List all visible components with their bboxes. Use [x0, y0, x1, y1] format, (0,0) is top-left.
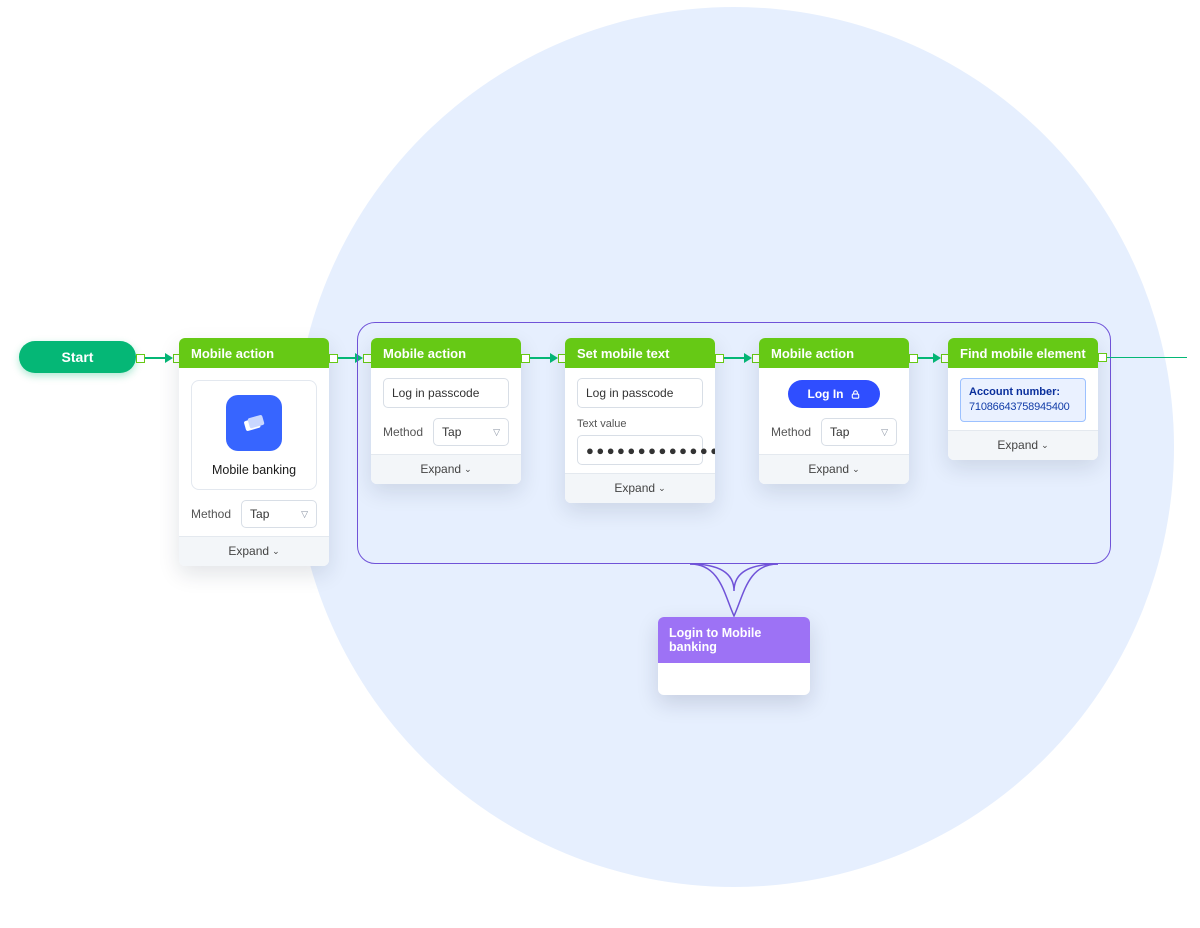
login-button-label: Log In [808, 387, 844, 401]
account-label: Account number: [969, 385, 1077, 400]
node-title: Set mobile text [565, 338, 715, 368]
app-tile: Mobile banking [191, 380, 317, 490]
group-tail [690, 561, 778, 621]
chevron-down-icon: ▽ [493, 427, 500, 438]
method-value: Tap [250, 507, 269, 521]
text-value-field: ●●●●●●●●●●●●●● [577, 435, 703, 465]
expand-button[interactable]: Expand⌄ [759, 454, 909, 484]
node-mobile-action-tap-passcode[interactable]: Mobile action Log in passcode Method Tap… [371, 338, 521, 484]
expand-label: Expand [228, 544, 269, 558]
login-button-preview: Log In [788, 380, 880, 408]
connector [136, 353, 182, 363]
group-label-body [658, 663, 810, 695]
app-icon [226, 395, 282, 451]
chevron-down-icon: ⌄ [272, 546, 280, 557]
target-element: Log in passcode [383, 378, 509, 408]
node-title: Mobile action [759, 338, 909, 368]
flow-canvas: Start Mobile action Mobile banking Metho… [0, 0, 1200, 928]
lock-icon [850, 389, 861, 400]
expand-button[interactable]: Expand⌄ [565, 473, 715, 503]
start-label: Start [62, 349, 94, 365]
expand-button[interactable]: Expand⌄ [371, 454, 521, 484]
chevron-down-icon: ▽ [881, 427, 888, 438]
account-info-preview: Account number: 71086643758945400 [960, 378, 1086, 422]
node-mobile-action-login[interactable]: Mobile action Log In Method Tap ▽ Expand… [759, 338, 909, 484]
chevron-down-icon: ▽ [301, 509, 308, 520]
group-label-card[interactable]: Login to Mobile banking [658, 617, 810, 695]
account-number: 71086643758945400 [969, 401, 1070, 413]
method-select[interactable]: Tap ▽ [433, 418, 509, 446]
expand-button[interactable]: Expand⌄ [948, 430, 1098, 460]
target-element: Log in passcode [577, 378, 703, 408]
node-title: Find mobile element [948, 338, 1098, 368]
chevron-down-icon: ⌄ [1041, 440, 1049, 451]
node-mobile-action-app[interactable]: Mobile action Mobile banking Method Tap … [179, 338, 329, 566]
chevron-down-icon: ⌄ [658, 483, 666, 494]
method-select[interactable]: Tap ▽ [241, 500, 317, 528]
method-label: Method [191, 507, 231, 521]
method-value: Tap [830, 425, 849, 439]
connector [521, 353, 567, 363]
expand-label: Expand [420, 462, 461, 476]
expand-label: Expand [614, 481, 655, 495]
textvalue-label: Text value [577, 418, 703, 430]
group-label: Login to Mobile banking [658, 617, 810, 663]
connector [715, 353, 761, 363]
node-find-mobile-element[interactable]: Find mobile element Account number: 7108… [948, 338, 1098, 460]
node-set-mobile-text[interactable]: Set mobile text Log in passcode Text val… [565, 338, 715, 503]
chevron-down-icon: ⌄ [464, 464, 472, 475]
method-label: Method [771, 425, 811, 439]
method-select[interactable]: Tap ▽ [821, 418, 897, 446]
expand-label: Expand [997, 438, 1038, 452]
node-title: Mobile action [371, 338, 521, 368]
start-node[interactable]: Start [19, 341, 136, 373]
node-title: Mobile action [179, 338, 329, 368]
expand-label: Expand [808, 462, 849, 476]
app-name: Mobile banking [212, 463, 296, 477]
method-label: Method [383, 425, 423, 439]
expand-button[interactable]: Expand⌄ [179, 536, 329, 566]
method-value: Tap [442, 425, 461, 439]
connector [909, 353, 950, 363]
connector [1098, 353, 1187, 362]
chevron-down-icon: ⌄ [852, 464, 860, 475]
